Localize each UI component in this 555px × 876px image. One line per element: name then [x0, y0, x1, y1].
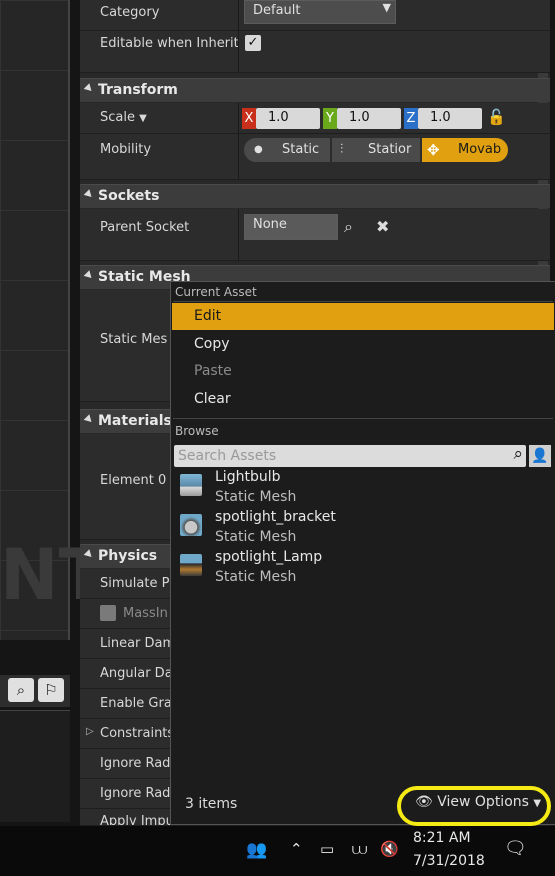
transform-section-header[interactable]: Transform — [80, 78, 550, 102]
category-label: Category — [100, 5, 160, 20]
mesh-thumbnail-icon — [180, 554, 202, 576]
collapse-arrow-icon — [83, 414, 95, 425]
asset-item[interactable]: spotlight_bracket Static Mesh — [172, 509, 554, 549]
people-icon[interactable]: 👥 — [246, 840, 267, 860]
editable-checkbox[interactable]: ✓ — [245, 35, 261, 51]
sockets-title: Sockets — [98, 188, 160, 204]
asset-item[interactable]: spotlight_Lamp Static Mesh — [172, 549, 554, 589]
wifi-icon[interactable]: ⩊ — [352, 840, 367, 858]
element0-label: Element 0 — [100, 473, 167, 488]
current-asset-header: Current Asset — [175, 285, 257, 299]
menu-item-edit[interactable]: Edit — [172, 303, 554, 330]
chevron-up-icon[interactable]: ⌃ — [290, 840, 303, 858]
parent-socket-row: Parent Socket None ⌕ ✖ — [80, 209, 550, 261]
menu-item-clear[interactable]: Clear — [172, 386, 554, 413]
move-icon: ✥ — [427, 141, 440, 159]
chevron-down-icon: ▼ — [533, 798, 542, 809]
scale-dropdown-icon: ▼ — [139, 113, 147, 124]
chevron-down-icon: ▼ — [382, 1, 391, 14]
mobility-stationary-button[interactable]: ⫶ Statior — [332, 138, 420, 162]
collapse-arrow-icon — [83, 549, 95, 560]
collapse-arrow-icon — [83, 83, 95, 94]
mesh-thumbnail-icon — [180, 474, 202, 496]
y-axis-label: Y — [323, 108, 337, 129]
static-mesh-label: Static Mes — [100, 332, 168, 347]
search-icon[interactable]: ⌕ — [513, 444, 523, 464]
clock-date[interactable]: 7/31/2018 — [413, 853, 485, 869]
category-combo[interactable]: Default ▼ — [244, 0, 396, 24]
item-count: 3 items — [185, 796, 238, 812]
collapse-arrow-icon — [83, 270, 95, 281]
lock-icon[interactable]: 🔓 — [487, 108, 506, 128]
mass-checkbox[interactable] — [100, 605, 116, 621]
parent-socket-label: Parent Socket — [100, 220, 190, 235]
taskbar: 👥 ⌃ ▭ ⩊ 🔇 8:21 AM 7/31/2018 🗨 — [0, 826, 555, 876]
static-icon: ● — [254, 144, 263, 155]
sockets-section-header[interactable]: Sockets — [80, 184, 550, 208]
physics-title: Physics — [98, 548, 158, 564]
x-axis-label: X — [242, 108, 256, 129]
clock-time[interactable]: 8:21 AM — [413, 830, 471, 846]
scale-x-field[interactable]: 1.0 — [256, 108, 320, 129]
mobility-label: Mobility — [100, 142, 152, 157]
scale-label[interactable]: Scale ▼ — [100, 110, 147, 125]
content-panel — [0, 710, 70, 822]
search-assets-box: ⌕ — [174, 444, 526, 467]
mesh-thumbnail-icon — [180, 514, 202, 536]
category-value: Default — [253, 3, 301, 18]
asset-item[interactable]: Lightbulb Static Mesh — [172, 469, 554, 509]
z-axis-label: Z — [404, 108, 418, 129]
mobility-static-button[interactable]: ● Static — [244, 138, 330, 162]
eye-icon: 👁 — [415, 794, 433, 810]
category-row: Category Default ▼ — [80, 0, 550, 31]
notifications-icon[interactable]: 🗨 — [504, 838, 527, 859]
volume-mute-icon[interactable]: 🔇 — [380, 840, 399, 858]
asset-picker-menu: Current Asset Edit Copy Paste Clear Brow… — [170, 281, 555, 826]
scale-y-field[interactable]: 1.0 — [337, 108, 401, 129]
materials-title: Materials — [98, 413, 172, 429]
menu-item-paste[interactable]: Paste — [172, 358, 554, 385]
stationary-icon: ⫶ — [340, 142, 344, 157]
mobility-movable-button[interactable]: ✥ Movab — [422, 138, 508, 162]
close-icon[interactable]: ✖ — [376, 217, 389, 236]
binoculars-icon[interactable]: ⚐ — [38, 678, 64, 702]
expand-arrow-icon[interactable]: ▷ — [86, 726, 94, 737]
collapse-arrow-icon — [83, 189, 95, 200]
menu-item-copy[interactable]: Copy — [172, 331, 554, 358]
browse-header: Browse — [175, 424, 219, 438]
editable-label: Editable when Inherit — [100, 36, 239, 51]
view-options-button[interactable]: 👁 View Options ▼ — [415, 794, 547, 816]
search-icon[interactable]: ⌕ — [8, 678, 34, 702]
editable-row: Editable when Inherit ✓ — [80, 31, 550, 73]
search-assets-input[interactable] — [178, 447, 498, 465]
battery-icon[interactable]: ▭ — [320, 840, 334, 858]
scale-z-field[interactable]: 1.0 — [418, 108, 482, 129]
parent-socket-field[interactable]: None — [244, 214, 338, 240]
search-icon[interactable]: ⌕ — [344, 217, 353, 237]
view-options-label: View Options — [437, 794, 529, 810]
user-icon[interactable]: 👤 — [529, 445, 551, 467]
transform-title: Transform — [98, 82, 178, 98]
